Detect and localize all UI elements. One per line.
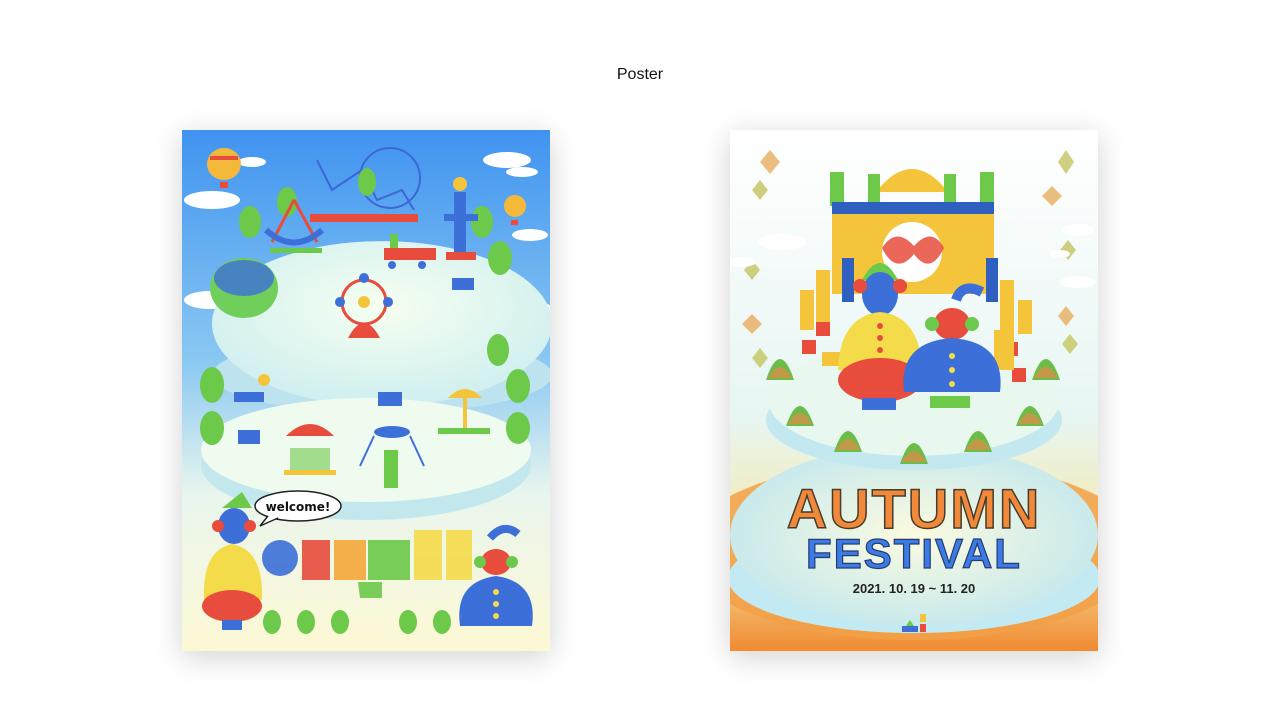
striped-balloon: [210, 258, 278, 318]
autumn-festival-poster: AUTUMN FESTIVAL 2021. 10. 19 ~ 11. 20: [730, 130, 1098, 651]
lower-platform: [201, 398, 531, 502]
festival-logo: [902, 614, 926, 632]
speech-bubble-text: welcome!: [266, 500, 331, 514]
amusement-park-illustration: welcome!: [182, 130, 550, 651]
page-title: Poster: [616, 66, 664, 83]
festival-date: 2021. 10. 19 ~ 11. 20: [852, 581, 976, 596]
carousel: [284, 424, 336, 475]
festival-title-2: FESTIVAL: [805, 529, 1022, 577]
amusement-park-poster: welcome!: [182, 130, 550, 651]
